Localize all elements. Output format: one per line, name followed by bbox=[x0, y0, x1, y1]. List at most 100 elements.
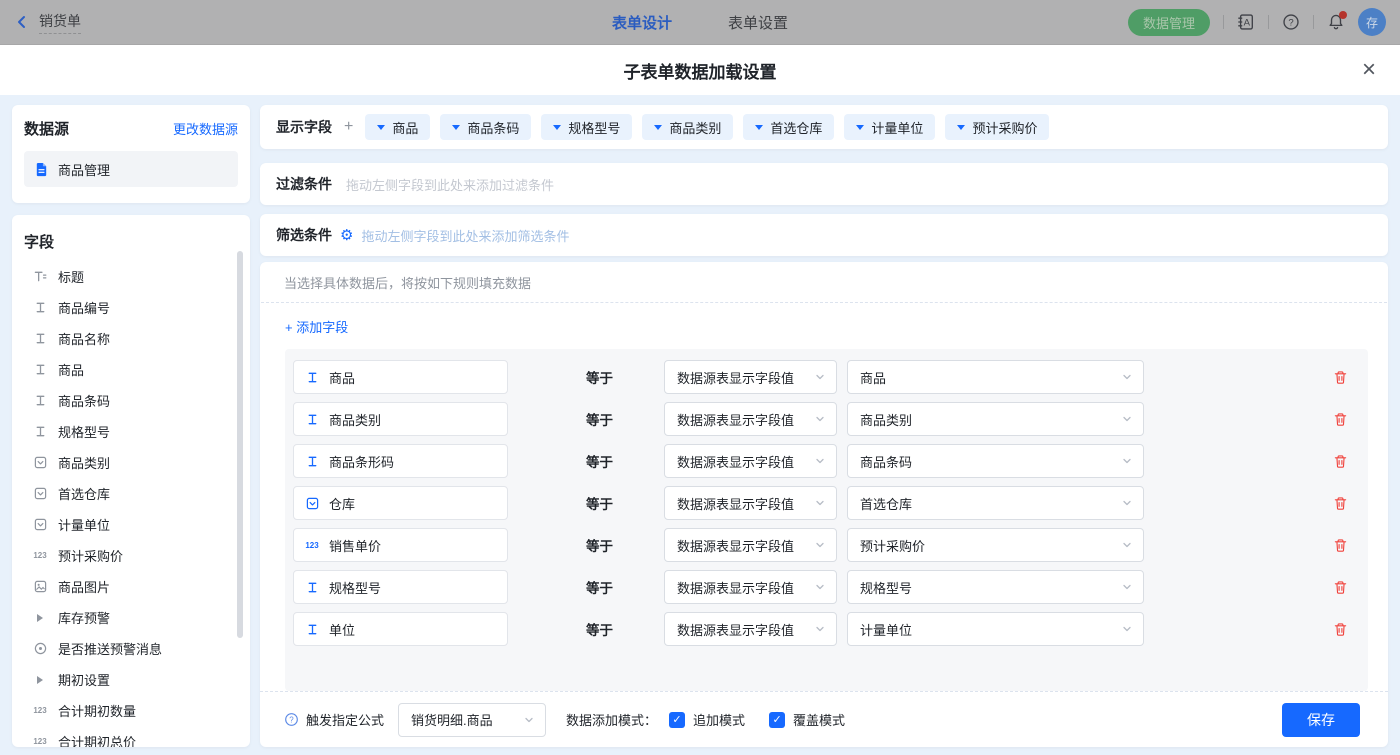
source-type-dropdown[interactable]: 数据源表显示字段值 bbox=[664, 402, 837, 436]
screen-condition-dropzone[interactable]: 筛选条件 ⚙ 拖动左侧字段到此处来添加筛选条件 bbox=[260, 214, 1388, 256]
filter-condition-dropzone[interactable]: 过滤条件 拖动左侧字段到此处来添加过滤条件 bbox=[260, 163, 1388, 205]
field-item[interactable]: 商品类别 bbox=[12, 447, 250, 478]
svg-text:?: ? bbox=[1288, 17, 1293, 28]
title-field-icon bbox=[32, 270, 48, 283]
mapping-row: 单位 等于 数据源表显示字段值 计量单位 bbox=[293, 612, 1348, 646]
field-item[interactable]: 商品编号 bbox=[12, 292, 250, 323]
target-field-select[interactable]: 123销售单价 bbox=[293, 528, 508, 562]
field-item[interactable]: 库存预警 bbox=[12, 602, 250, 633]
source-type-dropdown[interactable]: 数据源表显示字段值 bbox=[664, 570, 837, 604]
number-field-icon: 123 bbox=[32, 706, 48, 715]
chevron-down-icon bbox=[1121, 581, 1133, 593]
mapping-row: 商品类别 等于 数据源表显示字段值 商品类别 bbox=[293, 402, 1348, 436]
operator-label: 等于 bbox=[586, 493, 630, 513]
delete-row-icon[interactable] bbox=[1333, 454, 1348, 469]
chevron-down-icon bbox=[1121, 623, 1133, 635]
help-icon[interactable]: ? bbox=[1282, 13, 1300, 31]
field-item[interactable]: 123预计采购价 bbox=[12, 540, 250, 571]
source-field-dropdown[interactable]: 商品类别 bbox=[847, 402, 1144, 436]
operator-label: 等于 bbox=[586, 535, 630, 555]
tab-form-design[interactable]: 表单设计 bbox=[612, 12, 672, 33]
display-field-tag[interactable]: 规格型号 bbox=[541, 114, 632, 140]
field-item[interactable]: 商品条码 bbox=[12, 385, 250, 416]
datasource-selected[interactable]: 商品管理 bbox=[24, 151, 238, 187]
delete-row-icon[interactable] bbox=[1333, 496, 1348, 511]
source-field-dropdown[interactable]: 首选仓库 bbox=[847, 486, 1144, 520]
delete-row-icon[interactable] bbox=[1333, 412, 1348, 427]
sidebar-scrollbar[interactable] bbox=[237, 251, 243, 638]
field-item[interactable]: 商品名称 bbox=[12, 323, 250, 354]
delete-row-icon[interactable] bbox=[1333, 538, 1348, 553]
fields-title: 字段 bbox=[24, 231, 250, 252]
data-manage-button[interactable]: 数据管理 bbox=[1128, 9, 1210, 36]
chevron-down-icon bbox=[814, 455, 826, 467]
field-item[interactable]: 期初设置 bbox=[12, 664, 250, 695]
formula-field-dropdown[interactable]: 销货明细.商品 bbox=[398, 703, 546, 737]
display-field-tags: 商品 商品条码 规格型号 商品类别 首选仓库 计量单位 预计采购价 bbox=[365, 114, 1049, 140]
change-datasource-link[interactable]: 更改数据源 bbox=[173, 119, 238, 138]
source-type-dropdown[interactable]: 数据源表显示字段值 bbox=[664, 612, 837, 646]
overwrite-mode-checkbox[interactable]: ✓ 覆盖模式 bbox=[769, 710, 845, 729]
display-field-tag[interactable]: 商品条码 bbox=[440, 114, 531, 140]
source-type-dropdown[interactable]: 数据源表显示字段值 bbox=[664, 486, 837, 520]
address-book-icon[interactable]: A bbox=[1237, 13, 1255, 31]
display-field-tag[interactable]: 预计采购价 bbox=[945, 114, 1049, 140]
target-field-select[interactable]: 商品条形码 bbox=[293, 444, 508, 478]
field-item[interactable]: 标题 bbox=[12, 261, 250, 292]
back-button[interactable]: 销货单 bbox=[14, 11, 81, 34]
delete-row-icon[interactable] bbox=[1333, 370, 1348, 385]
fields-card: 字段 标题 商品编号 商品名称 商品 商品条码 规格型号 商品类别 首选仓库 计… bbox=[12, 215, 250, 747]
display-field-tag[interactable]: 商品类别 bbox=[642, 114, 733, 140]
topbar-actions: 数据管理 A ? 存 bbox=[1128, 8, 1386, 36]
close-icon[interactable]: × bbox=[1362, 58, 1376, 82]
form-name[interactable]: 销货单 bbox=[39, 11, 81, 34]
formula-help-icon[interactable]: ? bbox=[284, 712, 299, 727]
field-item[interactable]: 商品 bbox=[12, 354, 250, 385]
field-item[interactable]: 首选仓库 bbox=[12, 478, 250, 509]
text-field-icon bbox=[304, 581, 320, 594]
target-field-select[interactable]: 商品类别 bbox=[293, 402, 508, 436]
source-type-dropdown[interactable]: 数据源表显示字段值 bbox=[664, 528, 837, 562]
text-field-icon bbox=[304, 371, 320, 384]
field-item[interactable]: 商品图片 bbox=[12, 571, 250, 602]
field-item[interactable]: 规格型号 bbox=[12, 416, 250, 447]
target-field-select[interactable]: 规格型号 bbox=[293, 570, 508, 604]
field-item[interactable]: 123合计期初数量 bbox=[12, 695, 250, 726]
fill-rules-card: 当选择具体数据后，将按如下规则填充数据 + 添加字段 商品 等于 数据源表显示字… bbox=[260, 262, 1388, 747]
save-button[interactable]: 保存 bbox=[1282, 703, 1360, 737]
checkbox-checked-icon: ✓ bbox=[669, 712, 685, 728]
target-field-select[interactable]: 仓库 bbox=[293, 486, 508, 520]
settings-gear-icon[interactable]: ⚙ bbox=[340, 228, 353, 243]
delete-row-icon[interactable] bbox=[1333, 622, 1348, 637]
source-field-dropdown[interactable]: 计量单位 bbox=[847, 612, 1144, 646]
number-field-icon: 123 bbox=[32, 737, 48, 746]
svg-text:?: ? bbox=[289, 715, 294, 724]
chevron-down-icon bbox=[523, 714, 535, 726]
notification-bell-icon[interactable] bbox=[1327, 13, 1345, 31]
add-field-link[interactable]: + 添加字段 bbox=[285, 317, 348, 336]
source-field-dropdown[interactable]: 规格型号 bbox=[847, 570, 1144, 604]
display-field-tag[interactable]: 商品 bbox=[365, 114, 430, 140]
source-field-dropdown[interactable]: 商品 bbox=[847, 360, 1144, 394]
divider bbox=[1223, 15, 1224, 29]
add-display-field-button[interactable]: + bbox=[344, 118, 353, 136]
operator-label: 等于 bbox=[586, 619, 630, 639]
source-type-dropdown[interactable]: 数据源表显示字段值 bbox=[664, 444, 837, 478]
field-item[interactable]: 计量单位 bbox=[12, 509, 250, 540]
field-item[interactable]: 是否推送预警消息 bbox=[12, 633, 250, 664]
delete-row-icon[interactable] bbox=[1333, 580, 1348, 595]
source-field-dropdown[interactable]: 商品条码 bbox=[847, 444, 1144, 478]
target-field-select[interactable]: 单位 bbox=[293, 612, 508, 646]
display-field-tag[interactable]: 首选仓库 bbox=[743, 114, 834, 140]
append-mode-checkbox[interactable]: ✓ 追加模式 bbox=[669, 710, 745, 729]
filter-condition-placeholder: 拖动左侧字段到此处来添加过滤条件 bbox=[346, 175, 554, 194]
source-field-dropdown[interactable]: 预计采购价 bbox=[847, 528, 1144, 562]
avatar[interactable]: 存 bbox=[1358, 8, 1386, 36]
source-type-dropdown[interactable]: 数据源表显示字段值 bbox=[664, 360, 837, 394]
target-field-select[interactable]: 商品 bbox=[293, 360, 508, 394]
text-field-icon bbox=[32, 301, 48, 314]
tab-form-settings[interactable]: 表单设置 bbox=[728, 12, 788, 33]
field-item[interactable]: 123合计期初总价 bbox=[12, 726, 250, 747]
display-field-tag[interactable]: 计量单位 bbox=[844, 114, 935, 140]
image-field-icon bbox=[32, 580, 48, 593]
